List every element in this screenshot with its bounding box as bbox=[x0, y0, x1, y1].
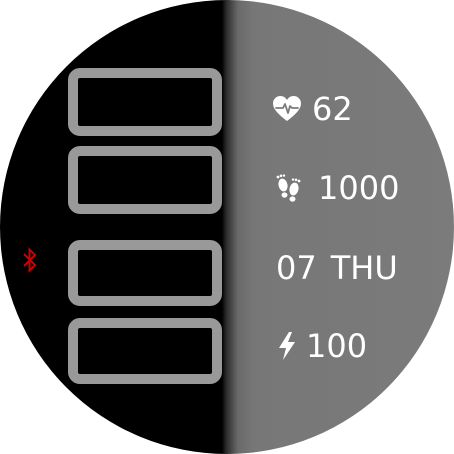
date-day: 07 bbox=[276, 249, 317, 287]
heart-rate-stat: 62 bbox=[272, 93, 353, 125]
steps-stat: 1000 bbox=[274, 172, 399, 204]
time-digit-slot-2 bbox=[68, 146, 222, 214]
heart-rate-value: 62 bbox=[312, 90, 353, 128]
date-stat: 07 THU bbox=[276, 252, 398, 284]
footsteps-icon bbox=[276, 174, 301, 202]
steps-value: 1000 bbox=[318, 169, 400, 207]
battery-value: 100 bbox=[306, 327, 368, 365]
lightning-bolt-icon bbox=[279, 332, 295, 360]
battery-stat: 100 bbox=[276, 330, 367, 362]
bluetooth-icon bbox=[23, 247, 37, 273]
heart-rate-icon bbox=[273, 96, 301, 121]
date-weekday: THU bbox=[330, 249, 398, 287]
time-digit-slot-4 bbox=[68, 318, 222, 384]
time-digit-slot-1 bbox=[68, 68, 222, 136]
time-digit-slot-3 bbox=[68, 240, 222, 306]
watch-face: 62 1000 07 THU 100 bbox=[0, 0, 454, 454]
